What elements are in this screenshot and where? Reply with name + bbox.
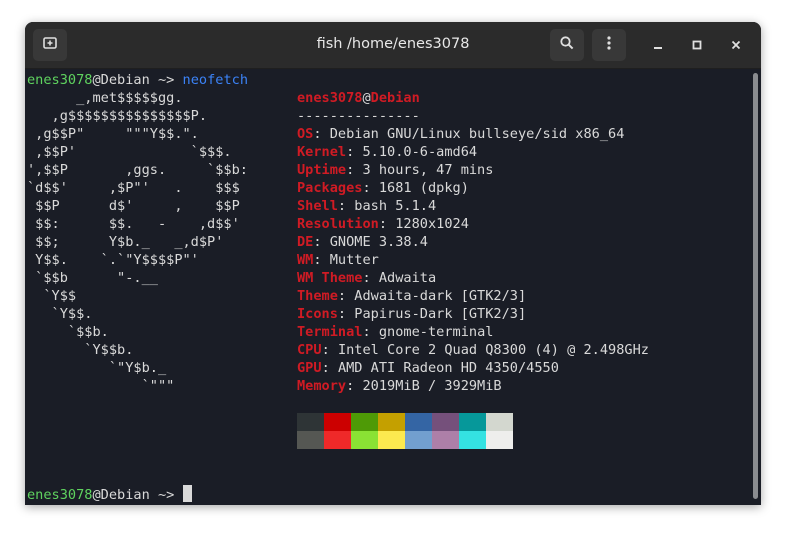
palette-swatch <box>378 431 405 449</box>
search-icon <box>559 35 575 55</box>
header-bar: fish /home/enes3078 <box>25 22 761 69</box>
logo-line: `Y$$b. <box>27 342 134 358</box>
logo-line: $$: $$. - ,d$$' <box>27 216 240 232</box>
terminal-area[interactable]: enes3078@Debian ~> neofetch _,met$$$$$gg… <box>25 69 761 505</box>
close-button[interactable] <box>725 34 747 56</box>
close-icon <box>730 36 742 55</box>
palette-swatch <box>351 431 378 449</box>
palette-swatch <box>324 413 351 431</box>
header-separator: --------------- <box>297 108 420 124</box>
menu-button[interactable] <box>592 29 626 61</box>
palette-swatch <box>432 431 459 449</box>
menu-icon <box>601 35 617 55</box>
logo-line: $$; Y$b._ _,d$P' <box>27 234 224 250</box>
logo-line: `Y$$ <box>27 288 77 304</box>
info-row-packages: Packages: 1681 (dpkg) <box>297 180 469 196</box>
user-host-header: enes3078@Debian <box>297 90 420 106</box>
logo-line: `$$b. <box>27 324 109 340</box>
info-row-os: OS: Debian GNU/Linux bullseye/sid x86_64 <box>297 126 625 142</box>
text-cursor <box>182 485 192 502</box>
info-row-wm-theme: WM Theme: Adwaita <box>297 270 437 286</box>
palette-swatch <box>324 431 351 449</box>
palette-swatch <box>405 431 432 449</box>
logo-line: `d$$' ,$P"' . $$$ <box>27 180 240 196</box>
info-row-resolution: Resolution: 1280x1024 <box>297 216 469 232</box>
info-row-cpu: CPU: Intel Core 2 Quad Q8300 (4) @ 2.498… <box>297 342 649 358</box>
palette-swatch <box>486 431 513 449</box>
palette-swatch <box>297 413 324 431</box>
palette-swatch <box>486 413 513 431</box>
palette-swatch <box>297 431 324 449</box>
maximize-button[interactable] <box>686 34 708 56</box>
info-row-memory: Memory: 2019MiB / 3929MiB <box>297 378 502 394</box>
logo-line: `"Y$b._ <box>27 360 167 376</box>
logo-line: _,met$$$$$gg. <box>27 90 183 106</box>
maximize-icon <box>691 36 703 55</box>
logo-line: ,$$P' `$$$. <box>27 144 232 160</box>
palette-swatch <box>432 413 459 431</box>
prompt-line: enes3078@Debian ~> neofetch <box>27 72 249 88</box>
info-row-shell: Shell: bash 5.1.4 <box>297 198 437 214</box>
palette-swatch <box>351 413 378 431</box>
palette-swatch <box>459 413 486 431</box>
prompt-line-current: enes3078@Debian ~> <box>27 485 192 503</box>
info-row-theme: Theme: Adwaita-dark [GTK2/3] <box>297 288 527 304</box>
info-row-kernel: Kernel: 5.10.0-6-amd64 <box>297 144 478 160</box>
palette-swatch <box>459 431 486 449</box>
info-row-wm: WM: Mutter <box>297 252 379 268</box>
logo-line: `$$b "-.__ <box>27 270 158 286</box>
scrollbar[interactable] <box>753 73 758 499</box>
logo-line: `Y$$. <box>27 306 93 322</box>
info-row-de: DE: GNOME 3.38.4 <box>297 234 428 250</box>
logo-line: ,g$$$$$$$$$$$$$$$P. <box>27 108 208 124</box>
logo-line: $$P d$' , $$P <box>27 198 240 214</box>
minimize-icon <box>652 36 664 55</box>
search-button[interactable] <box>550 29 584 61</box>
info-row-uptime: Uptime: 3 hours, 47 mins <box>297 162 494 178</box>
logo-line: `""" <box>27 378 175 394</box>
logo-line: ,g$$P" """Y$$.". <box>27 126 199 142</box>
palette-swatch <box>378 413 405 431</box>
info-row-gpu: GPU: AMD ATI Radeon HD 4350/4550 <box>297 360 559 376</box>
info-row-icons: Icons: Papirus-Dark [GTK2/3] <box>297 306 527 322</box>
info-row-terminal: Terminal: gnome-terminal <box>297 324 494 340</box>
command-text: neofetch <box>182 72 249 88</box>
logo-line: Y$$. `.`"Y$$$$P"' <box>27 252 199 268</box>
logo-line: ',$$P ,ggs. `$$b: <box>27 162 248 178</box>
terminal-window: fish /home/enes3078 enes3078@Debian ~> n… <box>25 22 761 505</box>
palette-swatch <box>405 413 432 431</box>
minimize-button[interactable] <box>647 34 669 56</box>
